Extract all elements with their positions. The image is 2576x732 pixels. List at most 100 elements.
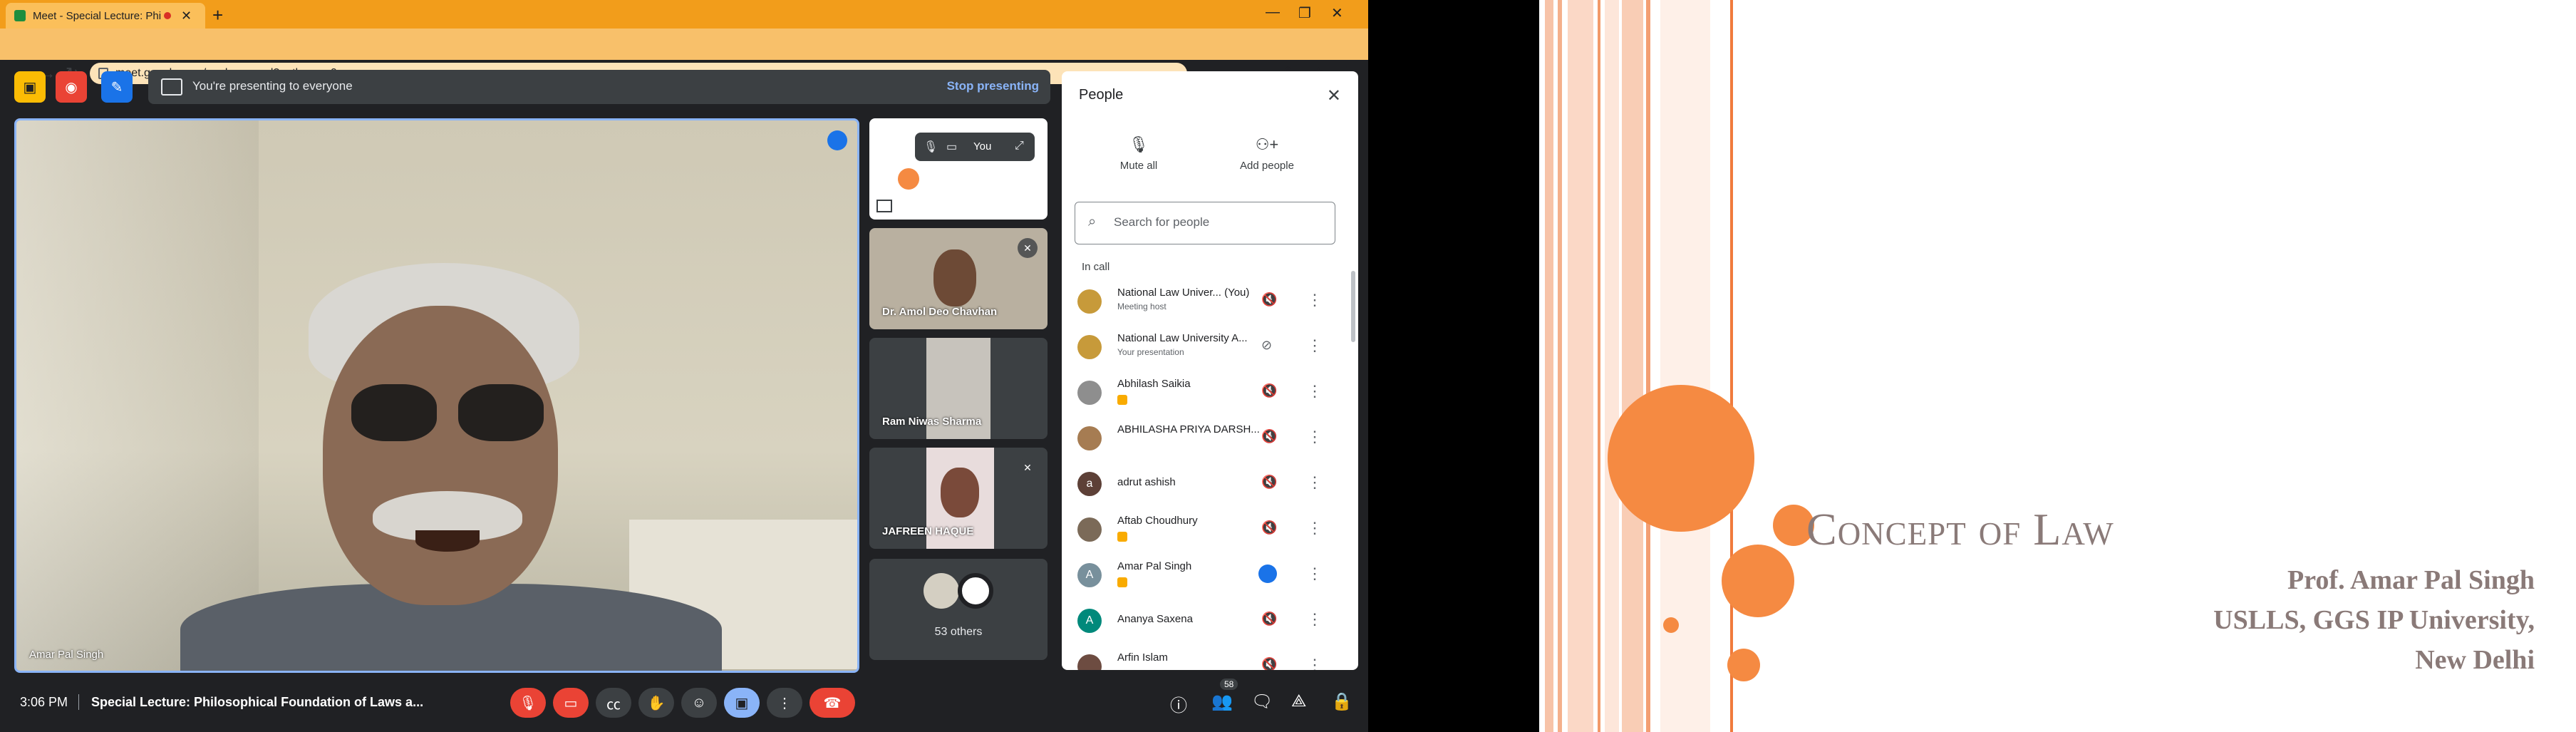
decorative-stripe	[1598, 0, 1600, 732]
decorative-stripe	[1568, 0, 1593, 732]
more-options-icon[interactable]: ⋮	[1307, 656, 1323, 670]
speaker-glasses	[351, 384, 544, 448]
tile-name: Dr. Amol Deo Chavhan	[882, 306, 998, 318]
participant-row[interactable]: National Law Univer... (You) Meeting hos…	[1062, 279, 1358, 325]
decorative-stripe	[1646, 0, 1650, 732]
avatar: A	[1077, 563, 1102, 587]
host-controls-icon[interactable]: 🔒	[1331, 691, 1352, 712]
main-video[interactable]: Amar Pal Singh	[14, 118, 859, 673]
speaker-mouth	[415, 530, 480, 552]
no-video-icon[interactable]: ▣	[14, 71, 46, 103]
participant-name: Amar Pal Singh	[1117, 560, 1192, 572]
tile-others[interactable]: 53 others	[869, 559, 1048, 660]
present-off-icon[interactable]: ⊘	[1261, 338, 1272, 353]
avatar	[1077, 654, 1102, 670]
more-options-icon[interactable]: ⋮	[1307, 336, 1323, 355]
participant-face	[933, 249, 976, 306]
restore-icon[interactable]: ❐	[1298, 4, 1311, 22]
decorative-circle	[1722, 545, 1794, 617]
video-background	[16, 120, 259, 671]
mic-toggle-button[interactable]: 🎙	[510, 688, 546, 718]
search-input[interactable]: ⌕ Search for people	[1075, 202, 1335, 244]
tile-name: Ram Niwas Sharma	[882, 416, 982, 428]
mute-all-button[interactable]: 🎙 Mute all	[1096, 135, 1181, 172]
captions-button[interactable]: ㏄	[596, 688, 631, 718]
tile-you[interactable]: 🎙 ▭ You ⤢	[869, 118, 1048, 220]
mic-off-icon[interactable]: 🔇	[1261, 612, 1277, 627]
stop-presenting-button[interactable]: Stop presenting	[947, 79, 1039, 93]
tile-participant[interactable]: Ram Niwas Sharma	[869, 338, 1048, 439]
present-button[interactable]: ▣	[724, 688, 760, 718]
participant-row[interactable]: a adrut ashish 🔇 ⋮	[1062, 462, 1358, 507]
minimize-icon[interactable]: —	[1266, 4, 1280, 21]
participant-row[interactable]: National Law University A... Your presen…	[1062, 325, 1358, 371]
mic-off-icon[interactable]: 🔇	[1261, 292, 1277, 307]
participant-name: Arfin Islam	[1117, 651, 1168, 664]
mic-off-icon[interactable]: 🔇	[1261, 429, 1277, 444]
participant-row[interactable]: Aftab Choudhury 🔇 ⋮	[1062, 507, 1358, 553]
participant-row[interactable]: Abhilash Saikia 🔇 ⋮	[1062, 371, 1358, 416]
camera-toggle-button[interactable]: ▭	[553, 688, 589, 718]
more-options-icon[interactable]: ⋮	[1307, 473, 1323, 492]
presenting-text: You're presenting to everyone	[192, 79, 353, 93]
close-tab-icon[interactable]: ✕	[181, 9, 192, 24]
external-badge-icon	[1117, 532, 1127, 542]
decorative-stripe	[1622, 0, 1643, 732]
search-placeholder: Search for people	[1114, 215, 1210, 229]
chat-icon[interactable]: 🗨	[1251, 691, 1273, 712]
avatar	[924, 573, 959, 609]
mute-all-label: Mute all	[1119, 160, 1158, 172]
participant-role: Your presentation	[1117, 347, 1184, 357]
close-window-icon[interactable]: ✕	[1331, 4, 1343, 22]
raise-hand-button[interactable]: ✋	[638, 688, 674, 718]
record-icon[interactable]: ◉	[56, 71, 87, 103]
new-tab-button[interactable]: +	[212, 4, 223, 26]
mic-off-icon: ✕	[1018, 238, 1038, 258]
participant-face	[941, 468, 979, 517]
participant-name: Abhilash Saikia	[1117, 378, 1191, 390]
recording-dot-icon	[164, 12, 171, 19]
mic-off-icon[interactable]: 🔇	[1261, 475, 1277, 490]
add-person-icon: ⚇+	[1255, 135, 1279, 153]
end-call-button[interactable]: ☎	[809, 688, 855, 718]
mic-off-icon[interactable]: 🎙	[924, 140, 938, 154]
main-video-name: Amar Pal Singh	[29, 649, 104, 661]
more-options-icon[interactable]: ⋮	[1307, 610, 1323, 629]
in-call-heading: In call	[1082, 261, 1110, 273]
you-controls[interactable]: 🎙 ▭ You ⤢	[915, 133, 1035, 161]
participant-row[interactable]: A Amar Pal Singh ⋮	[1062, 553, 1358, 599]
mic-off-icon[interactable]: 🔇	[1261, 383, 1277, 398]
mic-off-icon[interactable]: 🔇	[1261, 657, 1277, 670]
people-icon[interactable]: 👥	[1211, 691, 1233, 712]
emoji-button[interactable]: ☺	[681, 688, 717, 718]
tab-meet[interactable]: Meet - Special Lecture: Philoso ✕	[6, 3, 205, 29]
add-people-button[interactable]: ⚇+ Add people	[1224, 135, 1310, 172]
people-count-badge: 58	[1220, 679, 1238, 690]
mic-off-icon[interactable]: 🔇	[1261, 520, 1277, 535]
decorative-circle	[1727, 649, 1760, 681]
whiteboard-icon[interactable]: ✎	[101, 71, 133, 103]
present-screen-icon	[161, 78, 182, 96]
participant-row[interactable]: ABHILASHA PRIYA DARSH... 🔇 ⋮	[1062, 416, 1358, 462]
mic-off-icon: ✕	[1018, 458, 1038, 478]
more-options-icon[interactable]: ⋮	[1307, 565, 1323, 583]
more-options-icon[interactable]: ⋮	[1307, 428, 1323, 446]
decorative-stripe	[1605, 0, 1619, 732]
participant-row[interactable]: Arfin Islam 🔇 ⋮	[1062, 644, 1358, 670]
expand-icon[interactable]: ⤢	[1015, 140, 1024, 153]
more-options-icon[interactable]: ⋮	[1307, 382, 1323, 401]
decorative-stripe	[1545, 0, 1553, 732]
camera-off-icon[interactable]: ▭	[946, 140, 957, 154]
participant-name: Aftab Choudhury	[1117, 515, 1198, 527]
close-panel-icon[interactable]: ✕	[1327, 86, 1341, 106]
avatar	[1077, 517, 1102, 542]
participant-row[interactable]: A Ananya Saxena 🔇 ⋮	[1062, 599, 1358, 644]
tile-participant[interactable]: ✕ JAFREEN HAQUE	[869, 448, 1048, 549]
meet-favicon-icon	[14, 10, 26, 21]
more-options-icon[interactable]: ⋮	[1307, 519, 1323, 537]
more-options-button[interactable]: ⋮	[767, 688, 802, 718]
more-options-icon[interactable]: ⋮	[1307, 291, 1323, 309]
activities-icon[interactable]: ⟁	[1291, 691, 1306, 711]
tile-participant[interactable]: ✕ Dr. Amol Deo Chavhan	[869, 228, 1048, 329]
meeting-details-icon[interactable]: ⓘ	[1170, 691, 1187, 716]
